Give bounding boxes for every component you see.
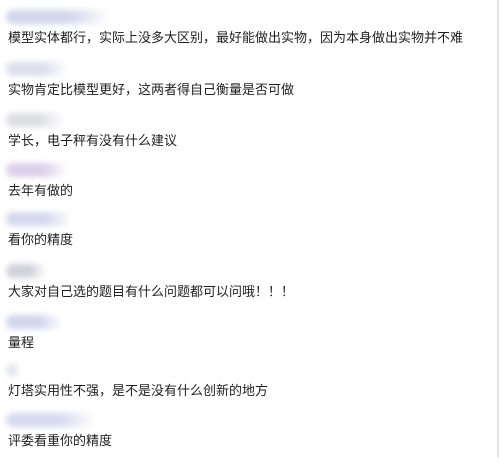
- message-text: 学长，电子秤有没有什么建议: [8, 134, 178, 149]
- message-text: 量程: [8, 336, 35, 351]
- message-text: 去年有做的: [8, 184, 74, 199]
- chat-message[interactable]: 去年有做的: [0, 163, 499, 212]
- message-text: 看你的精度: [8, 233, 74, 248]
- chat-message-list: 模型实体都行，实际上没多大区别，最好能做出实物，因为本身做出实物并不难 实物肯定…: [0, 0, 499, 458]
- message-text: 大家对自己选的题目有什么问题都可以问哦！！！: [8, 285, 295, 300]
- chat-message[interactable]: 大家对自己选的题目有什么问题都可以问哦！！！: [0, 264, 499, 313]
- sender-name-redacted: [6, 163, 68, 177]
- message-text: 灯塔实用性不强，是不是没有什么创新的地方: [8, 384, 269, 399]
- chat-message[interactable]: 学长，电子秤有没有什么建议: [0, 113, 499, 162]
- sender-name-redacted: [6, 113, 64, 127]
- message-text: 实物肯定比模型更好，这两者得自己衡量是否可做: [8, 83, 295, 98]
- sender-name-redacted: [6, 413, 96, 427]
- chat-message[interactable]: 量程: [0, 315, 499, 364]
- chat-message[interactable]: 看你的精度: [0, 212, 499, 261]
- chat-message[interactable]: 实物肯定比模型更好，这两者得自己衡量是否可做: [0, 62, 499, 111]
- message-text: 评委看重你的精度: [8, 434, 113, 449]
- sender-name-redacted: [6, 10, 110, 24]
- message-text: 模型实体都行，实际上没多大区别，最好能做出实物，因为本身做出实物并不难: [8, 31, 464, 46]
- chat-message[interactable]: 评委看重你的精度: [0, 413, 499, 462]
- sender-name-redacted: [6, 62, 68, 76]
- sender-name-redacted: [6, 264, 46, 278]
- sender-name-redacted: [6, 315, 62, 329]
- sender-name-redacted: [6, 363, 20, 377]
- chat-message[interactable]: 模型实体都行，实际上没多大区别，最好能做出实物，因为本身做出实物并不难: [0, 10, 499, 59]
- chat-message[interactable]: 灯塔实用性不强，是不是没有什么创新的地方: [0, 363, 499, 412]
- sender-name-redacted: [6, 212, 72, 226]
